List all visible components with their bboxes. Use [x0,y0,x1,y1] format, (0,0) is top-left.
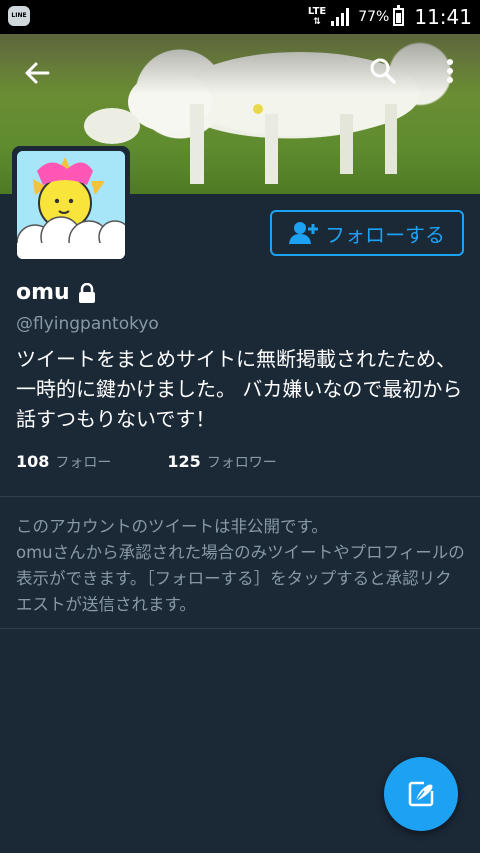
protected-account-notice: このアカウントのツイートは非公開です。 omuさんから承認された場合のみツイート… [16,514,466,618]
data-arrows-icon: ⇅ [313,17,321,27]
display-name: omu [16,280,70,305]
follow-button-label: フォローする [325,222,445,247]
avatar-image [17,151,125,259]
follow-button[interactable]: フォローする [270,210,464,256]
protected-notice-line1: このアカウントのツイートは非公開です。 [16,517,328,536]
lock-icon [78,282,95,303]
status-bar: LINE LTE ⇅ 77% 11:41 [0,0,480,34]
more-vertical-icon[interactable] [440,56,460,86]
profile-name-row: omu [16,280,96,305]
followers-label: フォロワー [206,455,277,471]
network-type: LTE ⇅ [307,6,327,28]
back-arrow-icon[interactable] [22,58,52,88]
person-add-icon [289,222,318,244]
avatar[interactable] [12,146,130,264]
clock: 11:41 [414,5,472,29]
followers-count: 125 [167,452,201,471]
profile-bio: ツイートをまとめサイトに無断掲載されたため、一時的に鍵かけました。 バカ嫌いなの… [16,347,463,431]
battery-percent: 77% [358,9,390,25]
profile-stats: 108 フォロー 125 フォロワー [16,452,333,472]
battery-icon [393,5,405,26]
user-handle: @flyingpantokyo [16,314,159,334]
following-label: フォロー [55,455,112,471]
following-count: 108 [16,452,50,471]
divider [0,496,480,497]
line-app-icon: LINE [8,6,30,26]
sun-character-illustration [17,151,125,259]
protected-notice-line2: omuさんから承認された場合のみツイートやプロフィールの表示ができます。［フォロ… [16,543,465,614]
signal-icon [331,8,350,26]
following-stat[interactable]: 108 フォロー [16,452,111,472]
search-icon[interactable] [368,56,398,86]
followers-stat[interactable]: 125 フォロワー [167,452,276,472]
divider [0,628,480,629]
compose-tweet-button[interactable] [384,757,458,831]
compose-tweet-icon [408,781,434,807]
